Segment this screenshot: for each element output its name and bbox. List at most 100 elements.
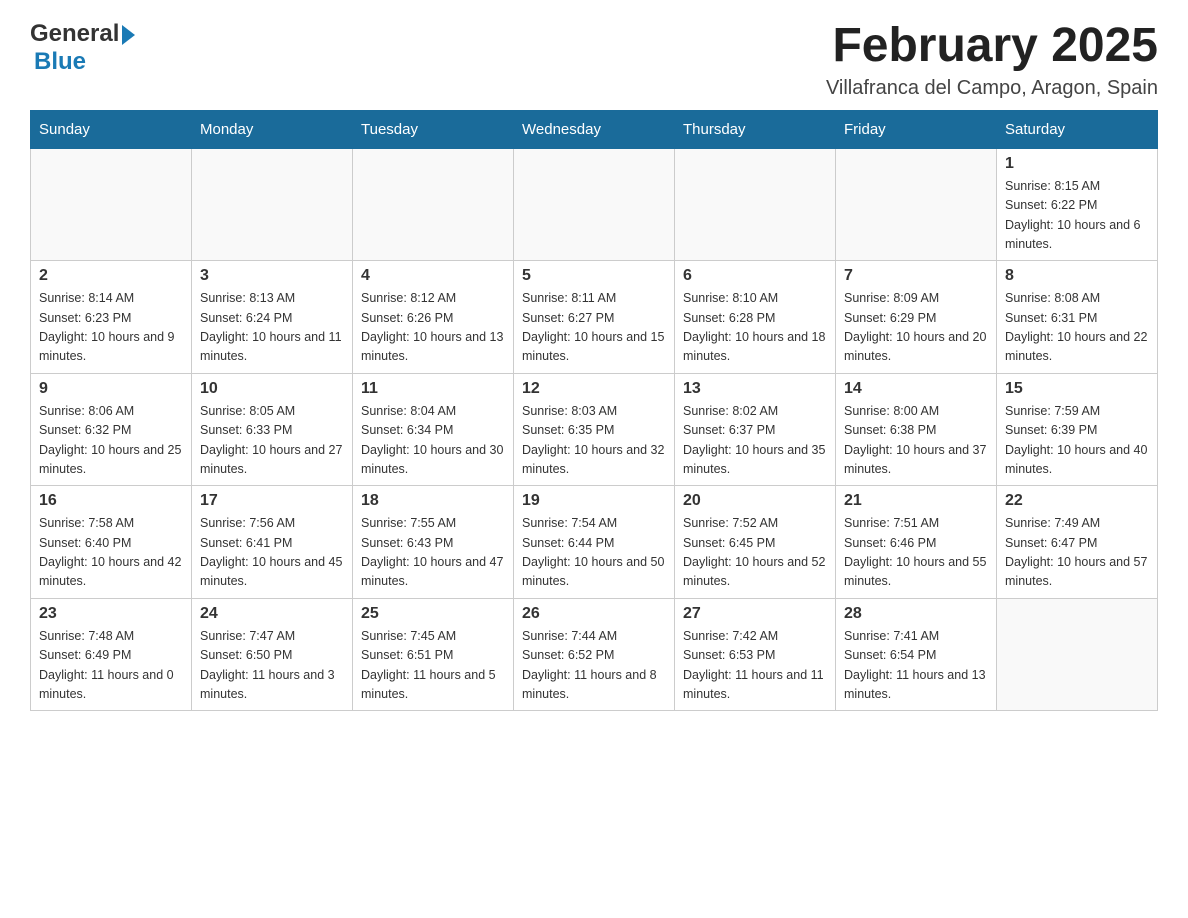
day-info: Sunrise: 8:12 AMSunset: 6:26 PMDaylight:… [361,289,505,367]
calendar-day: 2 Sunrise: 8:14 AMSunset: 6:23 PMDaylight… [31,261,192,374]
calendar-day: 25Sunrise: 7:45 AMSunset: 6:51 PMDayligh… [353,598,514,711]
calendar-day: 20 Sunrise: 7:52 AMSunset: 6:45 PMDayligh… [675,486,836,599]
day-number: 13 [683,380,827,398]
day-info: Sunrise: 8:10 AMSunset: 6:28 PMDaylight:… [683,289,827,367]
day-number: 2 [39,267,183,285]
day-number: 12 [522,380,666,398]
calendar-day [675,148,836,261]
calendar-day: 11 Sunrise: 8:04 AMSunset: 6:34 PMDayligh… [353,373,514,486]
calendar-day: 26Sunrise: 7:44 AMSunset: 6:52 PMDayligh… [514,598,675,711]
calendar-day: 23 Sunrise: 7:48 AMSunset: 6:49 PMDayligh… [31,598,192,711]
calendar-day: 22 Sunrise: 7:49 AMSunset: 6:47 PMDayligh… [997,486,1158,599]
day-info: Sunrise: 8:14 AMSunset: 6:23 PMDaylight:… [39,289,183,367]
month-title: February 2025 [826,20,1158,73]
day-info: Sunrise: 7:47 AMSunset: 6:50 PMDaylight:… [200,627,344,705]
column-header-friday: Friday [836,110,997,148]
day-info: Sunrise: 8:11 AMSunset: 6:27 PMDaylight:… [522,289,666,367]
day-number: 10 [200,380,344,398]
calendar-day: 17 Sunrise: 7:56 AMSunset: 6:41 PMDayligh… [192,486,353,599]
calendar-day: 10 Sunrise: 8:05 AMSunset: 6:33 PMDayligh… [192,373,353,486]
day-info: Sunrise: 7:41 AMSunset: 6:54 PMDaylight:… [844,627,988,705]
day-number: 22 [1005,492,1149,510]
column-header-wednesday: Wednesday [514,110,675,148]
day-info: Sunrise: 8:00 AMSunset: 6:38 PMDaylight:… [844,402,988,480]
calendar-day: 15 Sunrise: 7:59 AMSunset: 6:39 PMDayligh… [997,373,1158,486]
day-info: Sunrise: 8:09 AMSunset: 6:29 PMDaylight:… [844,289,988,367]
day-number: 27 [683,605,827,623]
calendar-day: 8 Sunrise: 8:08 AMSunset: 6:31 PMDaylight… [997,261,1158,374]
calendar-day: 14 Sunrise: 8:00 AMSunset: 6:38 PMDayligh… [836,373,997,486]
day-info: Sunrise: 7:51 AMSunset: 6:46 PMDaylight:… [844,514,988,592]
logo-blue-text: Blue [34,48,86,76]
day-info: Sunrise: 7:49 AMSunset: 6:47 PMDaylight:… [1005,514,1149,592]
day-number: 17 [200,492,344,510]
day-info: Sunrise: 8:13 AMSunset: 6:24 PMDaylight:… [200,289,344,367]
calendar-week-3: 9 Sunrise: 8:06 AMSunset: 6:32 PMDaylight… [31,373,1158,486]
calendar-day [192,148,353,261]
logo-general-text: General [30,20,119,48]
calendar-day: 16Sunrise: 7:58 AMSunset: 6:40 PMDayligh… [31,486,192,599]
column-header-monday: Monday [192,110,353,148]
day-number: 18 [361,492,505,510]
day-info: Sunrise: 7:56 AMSunset: 6:41 PMDaylight:… [200,514,344,592]
day-info: Sunrise: 7:54 AMSunset: 6:44 PMDaylight:… [522,514,666,592]
day-number: 25 [361,605,505,623]
logo-triangle-icon [122,25,135,45]
column-header-tuesday: Tuesday [353,110,514,148]
calendar-day [997,598,1158,711]
day-info: Sunrise: 8:05 AMSunset: 6:33 PMDaylight:… [200,402,344,480]
day-info: Sunrise: 7:48 AMSunset: 6:49 PMDaylight:… [39,627,183,705]
calendar-day [836,148,997,261]
title-section: February 2025 Villafranca del Campo, Ara… [826,20,1158,100]
day-info: Sunrise: 8:06 AMSunset: 6:32 PMDaylight:… [39,402,183,480]
day-number: 9 [39,380,183,398]
calendar-day: 5 Sunrise: 8:11 AMSunset: 6:27 PMDaylight… [514,261,675,374]
day-number: 4 [361,267,505,285]
calendar-day: 21 Sunrise: 7:51 AMSunset: 6:46 PMDayligh… [836,486,997,599]
day-number: 19 [522,492,666,510]
calendar-day: 12 Sunrise: 8:03 AMSunset: 6:35 PMDayligh… [514,373,675,486]
day-info: Sunrise: 7:52 AMSunset: 6:45 PMDaylight:… [683,514,827,592]
calendar-day: 6 Sunrise: 8:10 AMSunset: 6:28 PMDaylight… [675,261,836,374]
day-number: 21 [844,492,988,510]
day-number: 20 [683,492,827,510]
day-number: 14 [844,380,988,398]
day-info: Sunrise: 8:08 AMSunset: 6:31 PMDaylight:… [1005,289,1149,367]
calendar-table: SundayMondayTuesdayWednesdayThursdayFrid… [30,110,1158,712]
day-number: 28 [844,605,988,623]
day-number: 11 [361,380,505,398]
location-title: Villafranca del Campo, Aragon, Spain [826,77,1158,100]
day-info: Sunrise: 8:03 AMSunset: 6:35 PMDaylight:… [522,402,666,480]
day-info: Sunrise: 7:44 AMSunset: 6:52 PMDaylight:… [522,627,666,705]
column-header-sunday: Sunday [31,110,192,148]
calendar-week-1: 1Sunrise: 8:15 AMSunset: 6:22 PMDaylight… [31,148,1158,261]
calendar-day [353,148,514,261]
calendar-week-5: 23 Sunrise: 7:48 AMSunset: 6:49 PMDayligh… [31,598,1158,711]
day-number: 7 [844,267,988,285]
day-number: 8 [1005,267,1149,285]
day-info: Sunrise: 7:42 AMSunset: 6:53 PMDaylight:… [683,627,827,705]
day-info: Sunrise: 7:55 AMSunset: 6:43 PMDaylight:… [361,514,505,592]
day-info: Sunrise: 8:04 AMSunset: 6:34 PMDaylight:… [361,402,505,480]
page-header: General Blue February 2025 Villafranca d… [30,20,1158,100]
column-header-thursday: Thursday [675,110,836,148]
calendar-day: 13 Sunrise: 8:02 AMSunset: 6:37 PMDayligh… [675,373,836,486]
day-info: Sunrise: 7:58 AMSunset: 6:40 PMDaylight:… [39,514,183,592]
calendar-day [31,148,192,261]
day-info: Sunrise: 7:59 AMSunset: 6:39 PMDaylight:… [1005,402,1149,480]
calendar-day: 7 Sunrise: 8:09 AMSunset: 6:29 PMDaylight… [836,261,997,374]
day-number: 3 [200,267,344,285]
calendar-day: 27 Sunrise: 7:42 AMSunset: 6:53 PMDayligh… [675,598,836,711]
column-header-saturday: Saturday [997,110,1158,148]
day-number: 23 [39,605,183,623]
calendar-day: 3 Sunrise: 8:13 AMSunset: 6:24 PMDaylight… [192,261,353,374]
day-number: 5 [522,267,666,285]
day-number: 6 [683,267,827,285]
day-info: Sunrise: 8:02 AMSunset: 6:37 PMDaylight:… [683,402,827,480]
calendar-week-2: 2 Sunrise: 8:14 AMSunset: 6:23 PMDaylight… [31,261,1158,374]
day-number: 15 [1005,380,1149,398]
calendar-day: 4 Sunrise: 8:12 AMSunset: 6:26 PMDaylight… [353,261,514,374]
logo: General Blue [30,20,135,76]
calendar-day: 1Sunrise: 8:15 AMSunset: 6:22 PMDaylight… [997,148,1158,261]
calendar-header-row: SundayMondayTuesdayWednesdayThursdayFrid… [31,110,1158,148]
